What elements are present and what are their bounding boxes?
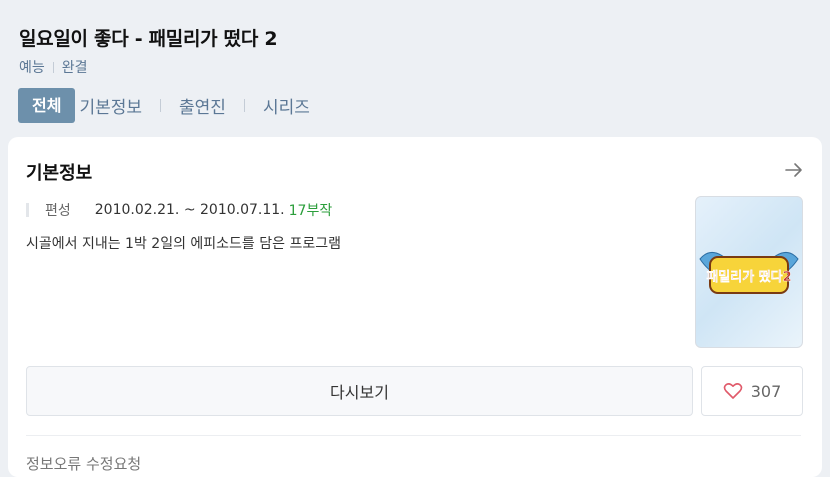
schedule-row: 편성 2010.02.21. ~ 2010.07.11. 17부작 (26, 200, 332, 220)
like-button[interactable]: 307 (701, 366, 803, 416)
tab-divider (160, 99, 162, 112)
tab-cast[interactable]: 출연진 (175, 93, 230, 118)
tab-series[interactable]: 시리즈 (259, 93, 314, 118)
tab-all[interactable]: 전체 (18, 88, 76, 123)
program-description: 시골에서 지내는 1박 2일의 에피소드를 담은 프로그램 (26, 236, 341, 252)
meta-divider (52, 61, 54, 73)
schedule-marker (26, 203, 29, 217)
episode-count: 17부작 (288, 203, 333, 219)
genre-link[interactable]: 예능 (19, 57, 45, 77)
status-text: 완결 (61, 60, 88, 76)
edit-request-link[interactable]: 정보오류 수정요청 (26, 453, 141, 474)
page-title: 일요일이 좋다 - 패밀리가 떴다 2 (19, 28, 278, 50)
heart-icon (723, 383, 743, 399)
section-title: 기본정보 (26, 163, 93, 184)
poster-logo: 패밀리가 떴다2 (699, 252, 799, 294)
schedule-label: 편성 (45, 203, 71, 219)
arrow-right-icon[interactable] (784, 161, 804, 179)
like-count: 307 (750, 381, 782, 401)
rewatch-button[interactable]: 다시보기 (26, 366, 693, 416)
divider (26, 435, 801, 436)
header: 일요일이 좋다 - 패밀리가 떴다 2 예능 완결 전체 기본정보 출연진 시리… (0, 0, 830, 137)
program-poster[interactable]: 패밀리가 떴다2 (695, 196, 803, 348)
meta-info: 예능 완결 (19, 57, 88, 77)
tab-divider (243, 99, 245, 112)
tab-bar: 전체 기본정보 출연진 시리즈 (18, 88, 314, 123)
schedule-date-range: 2010.02.21. ~ 2010.07.11. (94, 202, 285, 218)
tab-basic-info[interactable]: 기본정보 (75, 93, 146, 118)
poster-logo-text: 패밀리가 떴다2 (706, 269, 791, 285)
basic-info-card: 기본정보 편성 2010.02.21. ~ 2010.07.11. 17부작 시… (8, 137, 822, 477)
